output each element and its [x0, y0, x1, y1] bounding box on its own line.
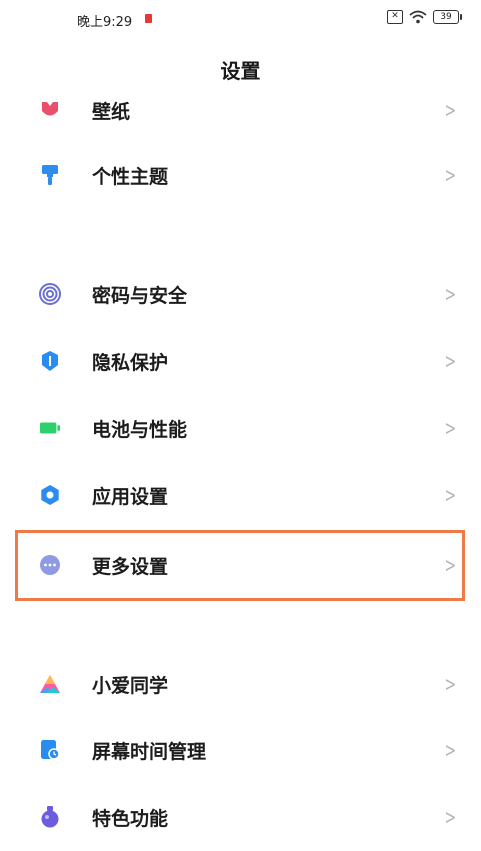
settings-item-label: 小爱同学	[92, 674, 169, 697]
settings-item-label: 应用设置	[92, 485, 169, 508]
chevron-right-icon: >	[444, 416, 457, 440]
settings-item-label: 壁纸	[92, 100, 131, 123]
settings-item-label: 更多设置	[92, 555, 169, 578]
settings-item-label: 密码与安全	[92, 284, 188, 307]
settings-item-xiaoai[interactable]: 小爱同学 >	[0, 656, 481, 712]
screen-time-icon	[39, 739, 61, 761]
recording-indicator-icon	[145, 14, 152, 23]
settings-item-battery-performance[interactable]: 电池与性能 >	[0, 400, 481, 456]
special-features-icon	[39, 806, 61, 828]
no-sim-icon: ✕	[387, 10, 403, 24]
battery-status-icon: 39	[433, 10, 462, 24]
privacy-shield-icon	[39, 350, 61, 372]
settings-item-label: 隐私保护	[92, 351, 169, 374]
chevron-right-icon: >	[444, 349, 457, 373]
battery-icon	[39, 417, 61, 439]
settings-item-password-security[interactable]: 密码与安全 >	[0, 266, 481, 322]
status-bar: 晚上9:29 ✕ 39	[0, 0, 481, 36]
status-icons: ✕ 39	[387, 10, 462, 24]
more-dots-icon	[39, 554, 61, 576]
settings-item-screen-time[interactable]: 屏幕时间管理 >	[0, 722, 481, 778]
chevron-right-icon: >	[444, 483, 457, 507]
settings-item-label: 特色功能	[92, 807, 169, 830]
fingerprint-icon	[39, 283, 61, 305]
settings-item-label: 个性主题	[92, 165, 169, 188]
settings-item-theme[interactable]: 个性主题 >	[0, 147, 481, 203]
chevron-right-icon: >	[444, 163, 457, 187]
chevron-right-icon: >	[444, 553, 457, 577]
chevron-right-icon: >	[444, 805, 457, 829]
theme-brush-icon	[39, 164, 61, 186]
settings-item-label: 电池与性能	[92, 418, 188, 441]
xiaoai-icon	[39, 673, 61, 695]
chevron-right-icon: >	[444, 738, 457, 762]
gear-icon	[39, 484, 61, 506]
settings-item-privacy[interactable]: 隐私保护 >	[0, 333, 481, 389]
settings-item-app-settings[interactable]: 应用设置 >	[0, 467, 481, 523]
chevron-right-icon: >	[444, 282, 457, 306]
wallpaper-icon	[39, 99, 61, 121]
settings-item-label: 屏幕时间管理	[92, 740, 207, 763]
settings-item-wallpaper[interactable]: 壁纸 >	[0, 82, 481, 138]
settings-item-special-features[interactable]: 特色功能 >	[0, 789, 481, 845]
wifi-icon	[409, 10, 427, 24]
chevron-right-icon: >	[444, 98, 457, 122]
page-title: 设置	[220, 59, 261, 83]
settings-item-more-settings[interactable]: 更多设置 >	[0, 537, 481, 593]
chevron-right-icon: >	[444, 672, 457, 696]
status-time: 晚上9:29	[77, 15, 133, 30]
